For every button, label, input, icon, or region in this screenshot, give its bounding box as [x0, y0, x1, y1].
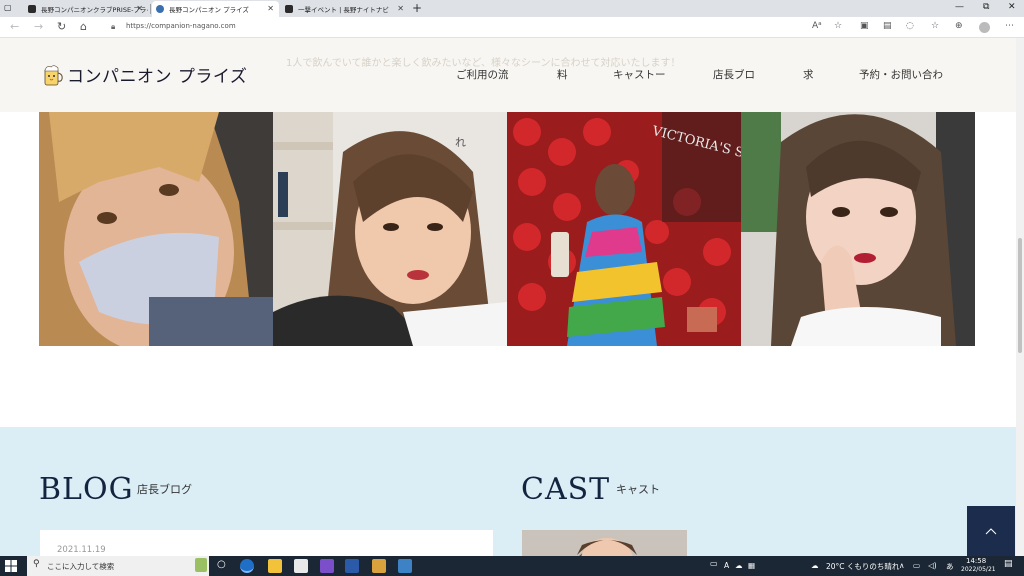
nav-contact[interactable]: 予約・お問い合わ: [859, 67, 943, 82]
page-top-button[interactable]: [967, 506, 1015, 556]
page-scrollbar[interactable]: [1016, 38, 1024, 556]
tab-actions-icon[interactable]: ▢: [4, 3, 12, 12]
tab-title: 長野コンパニオンクラブPRISE-プライズ: [41, 6, 148, 14]
ime-indicator[interactable]: A: [724, 561, 729, 570]
nav-cast[interactable]: キャストー: [613, 67, 666, 82]
cast-photo-strip: れ VICTORIA'S SECRET: [39, 112, 975, 346]
tray-folder-icon[interactable]: ▦: [748, 561, 755, 570]
clock-date[interactable]: 2022/05/21: [961, 566, 996, 573]
blog-cast-section: BLOG 店長ブログ CAST キャスト 2021.11.19: [0, 427, 1016, 556]
site-favicon-icon: [28, 5, 36, 13]
cast-photo-1[interactable]: [39, 112, 273, 346]
minimize-button[interactable]: —: [955, 2, 964, 12]
cast-card-photo[interactable]: [522, 530, 687, 556]
file-explorer-icon[interactable]: [268, 559, 282, 573]
photo-background-text: れ: [455, 136, 466, 149]
photo-viewer-icon[interactable]: [398, 559, 412, 573]
weather-cloud-icon: ☁: [811, 561, 819, 570]
windows-start-icon[interactable]: [5, 560, 17, 572]
tab-divider: [150, 4, 151, 14]
search-highlight-icon: [195, 558, 207, 572]
nav-price[interactable]: 料: [557, 67, 568, 82]
lock-icon: 🔒︎: [111, 22, 116, 31]
back-button[interactable]: ←: [10, 20, 19, 33]
tray-cloud-icon[interactable]: ☁: [735, 561, 743, 570]
cortana-icon[interactable]: ○: [217, 559, 226, 570]
tab-prise-club[interactable]: 長野コンパニオンクラブPRISE-プライズ ✕: [24, 1, 148, 17]
tab-night-navi[interactable]: 一撃イベント | 長野ナイトナビ ✕: [281, 1, 409, 17]
beer-mascot-icon: [44, 64, 63, 85]
favorite-star-icon[interactable]: ☆: [834, 21, 842, 31]
nav-manager-blog[interactable]: 店長ブロ: [713, 67, 755, 82]
photos-app-icon[interactable]: [320, 559, 334, 573]
forward-button[interactable]: →: [34, 20, 43, 33]
reload-button[interactable]: ↻: [57, 20, 66, 33]
window-close-button[interactable]: ✕: [1008, 2, 1016, 12]
cast-heading: CAST: [521, 472, 611, 507]
taskbar-search[interactable]: ⚲ ここに入力して検索: [27, 556, 209, 576]
blog-subheading: 店長ブログ: [137, 483, 192, 496]
edge-app-icon[interactable]: [240, 559, 254, 573]
wordpress-favicon-icon: [156, 5, 164, 13]
site-header: 1人で飲んでいて誰かと楽しく飲みたいなど、様々なシーンに合わせて対応いたします！…: [0, 38, 1016, 112]
chevron-up-icon[interactable]: ∧: [899, 561, 905, 570]
notification-icon[interactable]: ▤: [1004, 559, 1013, 569]
settings-more-icon[interactable]: ⋯: [1005, 21, 1014, 31]
url-text: https://companion-nagano.com: [126, 22, 236, 30]
web-page: 1人で飲んでいて誰かと楽しく飲みたいなど、様々なシーンに合わせて対応いたします！…: [0, 38, 1016, 556]
site-favicon-icon: [285, 5, 293, 13]
weather-text[interactable]: 20°C くもりのち晴れ: [826, 561, 899, 572]
cast-photo-2[interactable]: れ: [273, 112, 507, 346]
browser-toolbar: ← → ↻ ⌂ 🔒︎ https://companion-nagano.com …: [0, 17, 1024, 38]
favorites-icon[interactable]: ☆: [931, 21, 939, 31]
ime-mode-icon[interactable]: あ: [946, 561, 954, 572]
cast-photo-3[interactable]: VICTORIA'S SECRET: [507, 112, 741, 346]
cast-subheading: キャスト: [616, 483, 660, 496]
media-app-icon[interactable]: [372, 559, 386, 573]
blog-post-date: 2021.11.19: [57, 545, 106, 555]
close-tab-icon[interactable]: ✕: [397, 4, 404, 13]
store-icon[interactable]: [294, 559, 308, 573]
word-icon[interactable]: [345, 559, 359, 573]
extension-icon[interactable]: ▣: [860, 21, 869, 31]
collections-icon[interactable]: ▤: [883, 21, 892, 31]
home-button[interactable]: ⌂: [80, 20, 87, 33]
close-tab-icon[interactable]: ✕: [267, 4, 274, 13]
browser-tab-strip: ▢ 長野コンパニオンクラブPRISE-プライズ ✕ 長野コンパニオン プライズ …: [0, 0, 1024, 17]
speaker-icon[interactable]: ◁): [928, 561, 937, 570]
new-tab-button[interactable]: +: [412, 1, 422, 15]
refresh-extension-icon[interactable]: ◌: [906, 21, 914, 31]
blog-heading: BLOG: [39, 472, 134, 507]
tray-apps-icon[interactable]: ▭: [710, 559, 718, 568]
search-placeholder: ここに入力して検索: [47, 562, 115, 571]
restore-button[interactable]: ⧉: [983, 2, 989, 12]
address-bar[interactable]: 🔒︎ https://companion-nagano.com: [101, 19, 861, 36]
chevron-up-icon: [985, 528, 997, 535]
close-tab-icon[interactable]: ✕: [136, 4, 143, 13]
logo-text: コンパニオン プライズ: [67, 67, 248, 87]
tab-title: 一撃イベント | 長野ナイトナビ: [298, 6, 389, 14]
profile-avatar[interactable]: [979, 22, 990, 33]
read-aloud-icon[interactable]: Aᵃ: [812, 21, 822, 31]
clock-time[interactable]: 14:58: [966, 557, 986, 565]
nav-recruit[interactable]: 求: [803, 67, 814, 82]
network-icon[interactable]: ▭: [913, 561, 920, 570]
cast-photo-4[interactable]: [741, 112, 975, 346]
collections-plus-icon[interactable]: ⊕: [955, 21, 963, 31]
windows-taskbar: ⚲ ここに入力して検索 ○ ▭ A ☁ ▦ ☁ 20°C くもりのち晴れ ∧ ▭…: [0, 556, 1024, 576]
search-icon: ⚲: [33, 559, 40, 569]
tab-companion-prize[interactable]: 長野コンパニオン プライズ ✕: [152, 1, 279, 17]
blog-post-card[interactable]: 2021.11.19: [40, 530, 493, 556]
scrollbar-thumb[interactable]: [1018, 238, 1022, 353]
site-logo[interactable]: コンパニオン プライズ: [42, 62, 247, 87]
tab-title: 長野コンパニオン プライズ: [169, 6, 249, 14]
nav-flow[interactable]: ご利用の流: [456, 67, 509, 82]
